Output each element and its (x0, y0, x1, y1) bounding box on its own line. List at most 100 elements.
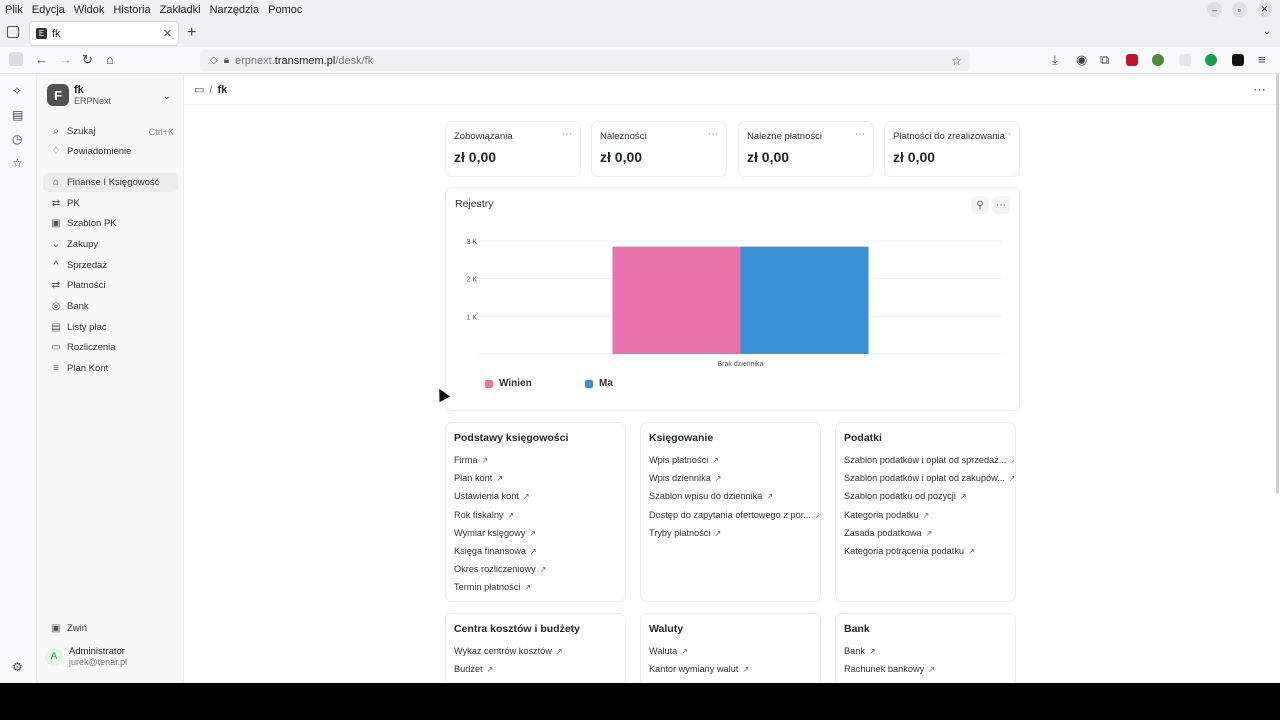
scrollbar[interactable] (1276, 74, 1279, 494)
shortcut-link[interactable]: Wykaz centrów kosztów ↗ (454, 646, 624, 664)
sidebar-search[interactable]: ⌕ Szukaj Ctrl+K (43, 122, 178, 141)
breadcrumb-current[interactable]: fk (217, 84, 227, 96)
bookmarks-icon[interactable]: ☆ (12, 156, 23, 170)
arrow-up-right-icon: ↗ (742, 665, 750, 675)
minimize-icon[interactable]: – (1207, 2, 1222, 17)
arrow-up-right-icon: ↗ (522, 492, 530, 502)
sidebar-item-6[interactable]: ◎ Bank (43, 297, 178, 316)
menu-narzedzia[interactable]: Narzędzia (210, 4, 260, 16)
shortcut-link[interactable]: Dostęp do zapytania ofertowego z por... ↗ (649, 510, 819, 528)
shortcut-link[interactable]: Szablon podatków i opłat od zakupów... ↗ (844, 473, 1014, 491)
tab-close-icon[interactable]: ✕ (163, 27, 172, 40)
menu-edycja[interactable]: Edycja (32, 4, 65, 16)
shortcut-link[interactable]: Zasada podatkowa ↗ (844, 528, 1014, 546)
extensions-icon[interactable]: ⧉ (1100, 53, 1109, 67)
grammarly-icon[interactable] (1205, 54, 1217, 66)
desktop-icon[interactable]: ▭ (194, 83, 204, 96)
shortcut-link[interactable]: Tryby płatności ↗ (649, 528, 819, 546)
shortcut-link[interactable]: Rok fiskalny ↗ (454, 510, 624, 528)
extension-blank-icon[interactable] (1179, 54, 1191, 66)
number-card-1[interactable]: Należności ⋯ zł 0,00 (591, 121, 727, 177)
history-icon[interactable]: ◷ (12, 132, 22, 146)
shortcut-link[interactable]: Bank ↗ (844, 646, 1014, 664)
card-menu-icon[interactable]: ⋯ (855, 129, 865, 140)
back-icon[interactable]: ← (35, 53, 48, 67)
sidebar-item-0[interactable]: ⌂ Finanse I Księgowość (43, 173, 178, 192)
card-menu-icon[interactable]: ⋯ (562, 129, 572, 140)
sidebar-item-5[interactable]: ⇄ Płatności (43, 276, 178, 295)
hamburger-menu-icon[interactable]: ≡ (1258, 53, 1266, 67)
user-menu[interactable]: A Administrator jurek@tenar.pl (45, 646, 127, 667)
shield-icon[interactable]: ◇ (210, 55, 218, 66)
list-icon: ≡ (53, 363, 59, 374)
page-menu-icon[interactable]: ⋯ (1253, 82, 1266, 98)
chevron-down-icon[interactable]: ⌄ (163, 91, 171, 102)
sidebar-item-9[interactable]: ≡ Plan Kont (43, 359, 178, 378)
shortcut-link[interactable]: Wpis dziennika ↗ (649, 473, 819, 491)
sidebar-item-3[interactable]: ⌄ Zakupy (43, 235, 178, 254)
restore-icon[interactable]: ▫ (1232, 2, 1247, 17)
shortcut-link[interactable]: Księga finansowa ↗ (454, 546, 624, 564)
card-menu-icon[interactable]: ⋯ (1001, 129, 1011, 140)
shortcut-link[interactable]: Rachunek bankowy ↗ (844, 664, 1014, 682)
account-icon[interactable]: ◉ (1076, 53, 1087, 67)
downloads-icon[interactable]: ⤓ (1052, 53, 1058, 67)
workspace-switcher[interactable]: F fk ERPNext (47, 84, 111, 106)
sidebar-item-label: Listy płac (67, 322, 107, 333)
number-card-3[interactable]: Płatności do zrealizowania ⋯ zł 0,00 (884, 121, 1020, 177)
sidebar-notifications[interactable]: ♢ Powiadomienie (43, 142, 178, 161)
sidebar-item-2[interactable]: ▣ Szablon PK (43, 214, 178, 233)
new-tab-icon[interactable]: + (187, 24, 196, 42)
bar-ma[interactable] (740, 246, 869, 354)
sidebar-collapse[interactable]: ▣ Zwiń (43, 619, 178, 638)
bar-winien[interactable] (612, 246, 741, 354)
number-card-0[interactable]: Zobowiązania ⋯ zł 0,00 (445, 121, 581, 177)
shortcut-link[interactable]: Okres rozliczeniowy ↗ (454, 564, 624, 582)
sidebar-item-7[interactable]: ▤ Listy płac (43, 318, 178, 337)
shortcut-link[interactable]: Kategoria potrącenia podatku ↗ (844, 546, 1014, 564)
shortcut-link[interactable]: Szablon wpisu do dziennika ↗ (649, 491, 819, 509)
lock-icon[interactable]: 🔒︎ (224, 55, 229, 66)
shortcut-link[interactable]: Ustawienia kont ↗ (454, 491, 624, 509)
ublock-icon[interactable] (1126, 54, 1138, 66)
extension-green-icon[interactable] (1152, 54, 1164, 66)
url-bar[interactable]: ◇ 🔒︎ erpnext.transmem.pl/desk/fk ☆ (200, 50, 970, 71)
number-card-2[interactable]: Należne płatności ⋯ zł 0,00 (738, 121, 874, 177)
reload-icon[interactable]: ↻ (82, 53, 93, 67)
settings-gear-icon[interactable]: ⚙ (12, 660, 23, 674)
legend-item-ma[interactable]: Ma (585, 378, 613, 389)
bookmark-star-icon[interactable]: ☆ (951, 54, 962, 68)
menu-historia[interactable]: Historia (113, 4, 150, 16)
synced-tabs-icon[interactable]: ▤ (12, 108, 23, 122)
menu-plik[interactable]: Plik (5, 4, 23, 16)
menu-zakladki[interactable]: Zakładki (160, 4, 201, 16)
ai-sparkle-icon[interactable]: ✧ (12, 84, 22, 98)
shortcut-link[interactable]: Kategoria podatku ↗ (844, 510, 1014, 528)
sidebar-item-1[interactable]: ⇄ PK (43, 194, 178, 213)
shortcut-link[interactable]: Szablon podatków i opłat od sprzedaż... ↗ (844, 455, 1014, 473)
shortcut-link[interactable]: Termin płatności ↗ (454, 582, 624, 600)
close-window-icon[interactable]: ✕ (1257, 2, 1272, 17)
tab-list-chevron-icon[interactable]: ⌄ (1263, 26, 1271, 37)
extension-dark-icon[interactable] (1232, 54, 1244, 66)
sidebar-item-label: Rozliczenia (67, 342, 116, 353)
shortcut-link[interactable]: Kantor wymiany walut ↗ (649, 664, 819, 682)
shortcut-link[interactable]: Plan kont ↗ (454, 473, 624, 491)
shortcut-link[interactable]: Waluta ↗ (649, 646, 819, 664)
browser-tab[interactable]: E fk ✕ (30, 22, 178, 45)
tab-overview-icon[interactable] (7, 26, 19, 38)
shortcut-link[interactable]: Szablon podatku od pozycji ↗ (844, 491, 1014, 509)
menu-pomoc[interactable]: Pomoc (268, 4, 302, 16)
sidebar-toggle-icon[interactable] (9, 52, 23, 66)
shortcut-link[interactable]: Budżet ↗ (454, 664, 624, 682)
menu-widok[interactable]: Widok (74, 4, 105, 16)
card-menu-icon[interactable]: ⋯ (708, 129, 718, 140)
shortcut-link[interactable]: Firma ↗ (454, 455, 624, 473)
shortcut-link[interactable]: Wpis płatności ↗ (649, 455, 819, 473)
sidebar-item-8[interactable]: ▭ Rozliczenia (43, 338, 178, 357)
home-icon[interactable]: ⌂ (106, 53, 114, 67)
forward-icon[interactable]: → (59, 53, 72, 67)
shortcut-link[interactable]: Wymiar księgowy ↗ (454, 528, 624, 546)
sidebar-item-4[interactable]: ^ Sprzedaż (43, 256, 178, 275)
legend-item-winien[interactable]: Winien (485, 378, 532, 389)
